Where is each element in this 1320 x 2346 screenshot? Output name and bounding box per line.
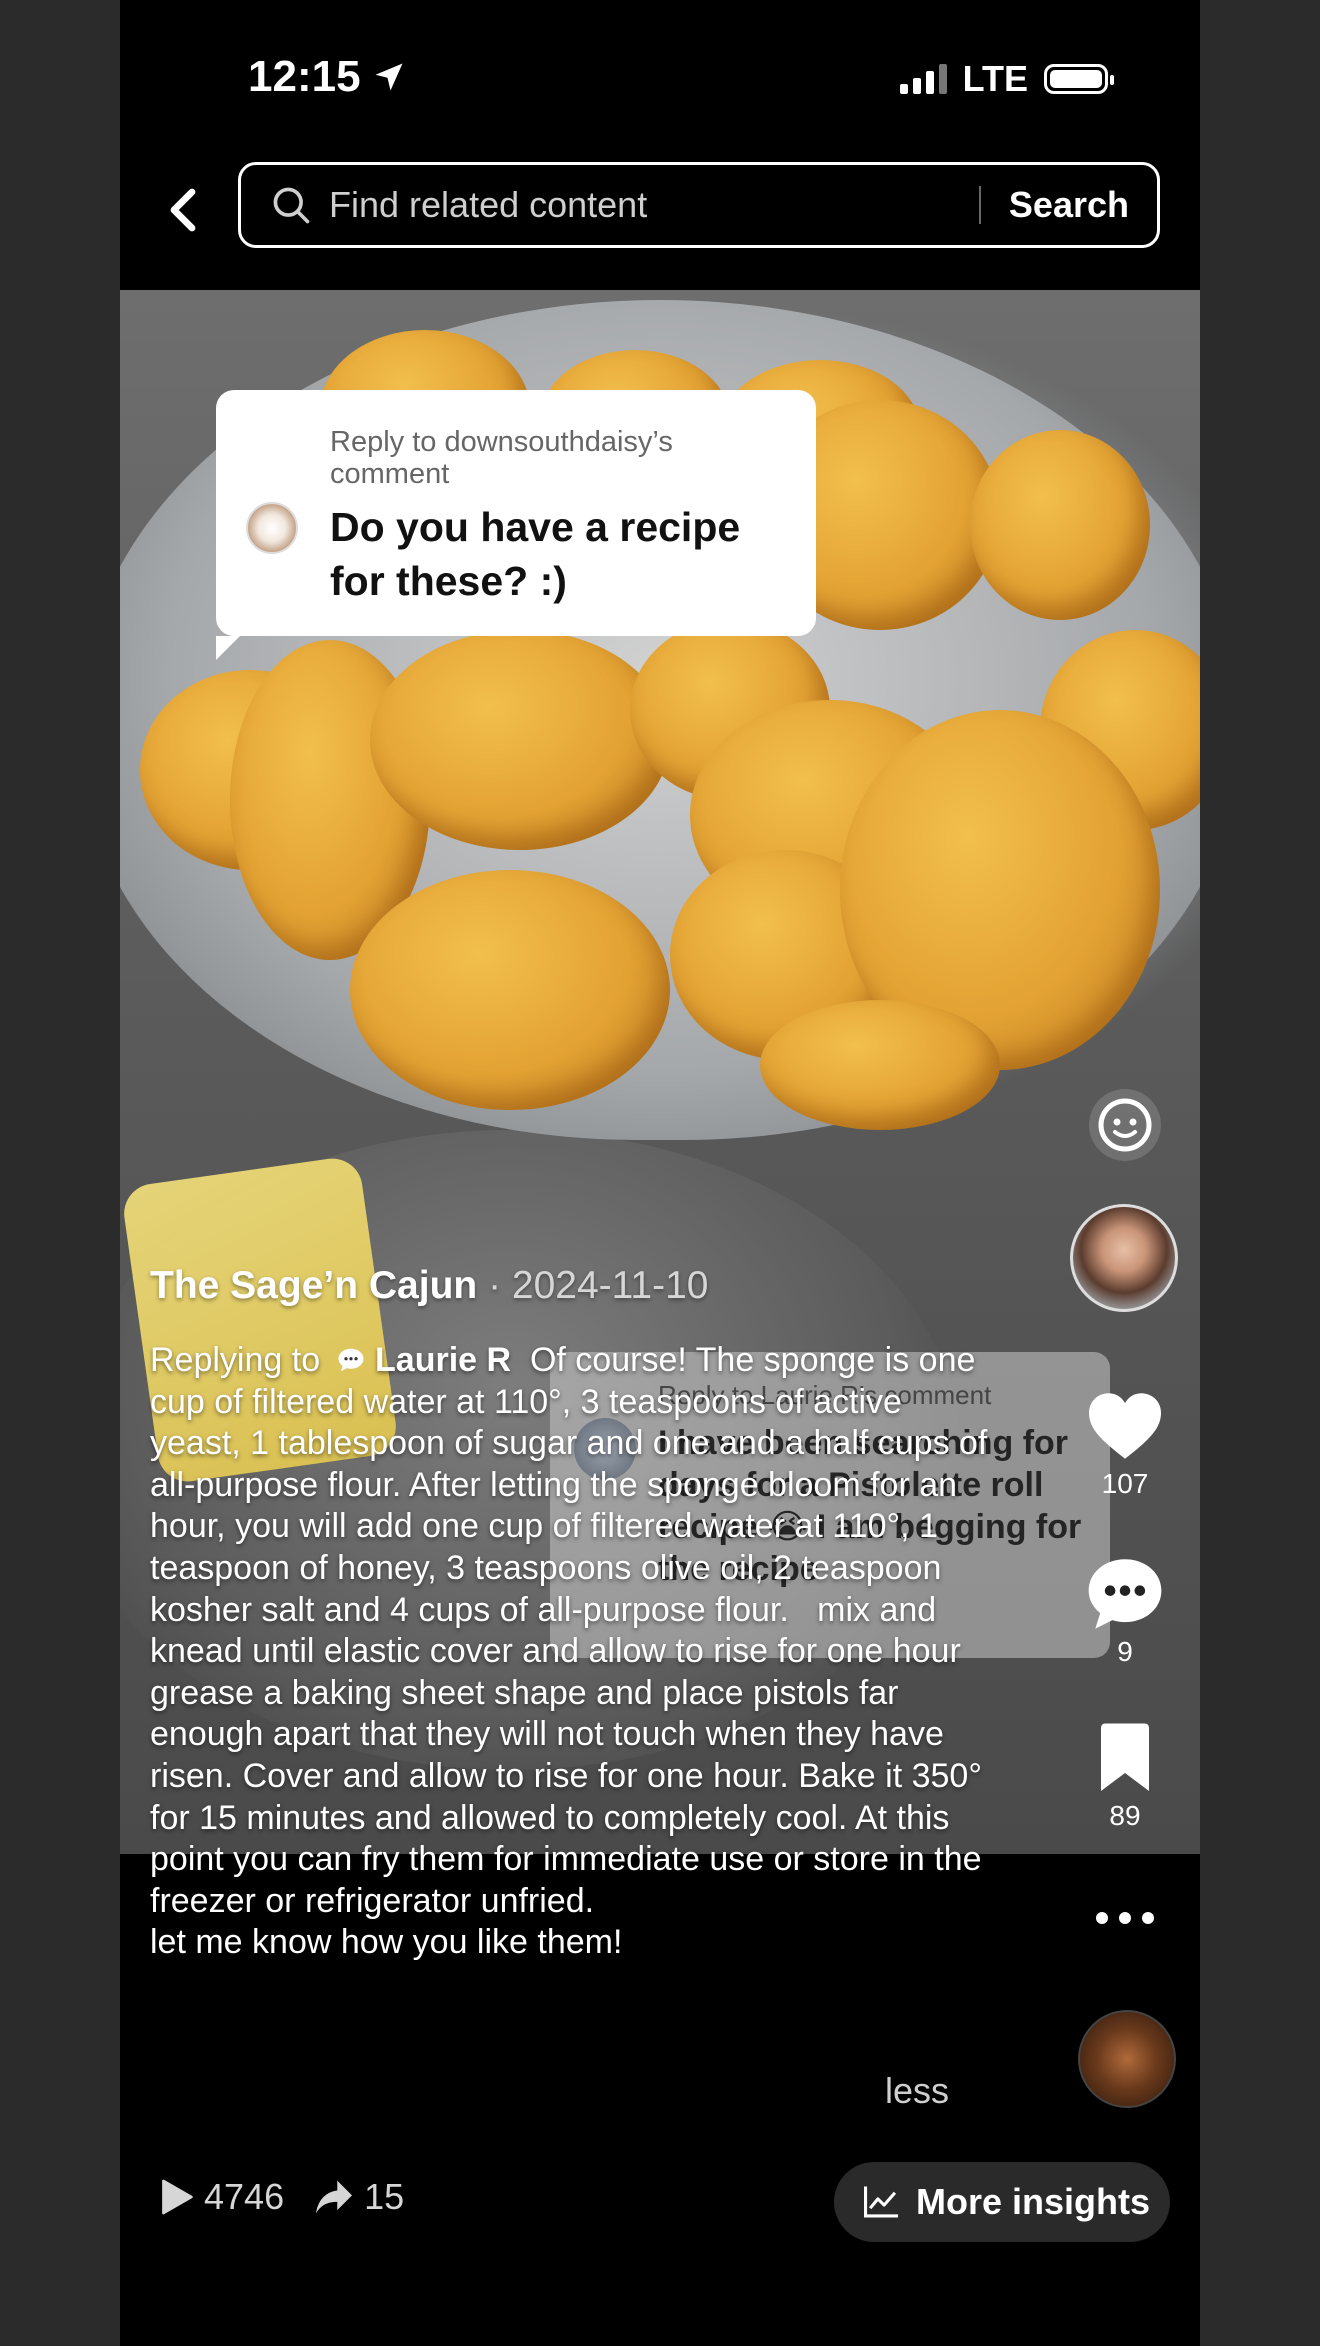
roll-image [970,430,1150,620]
chevron-left-icon [170,188,196,232]
post-date: · 2024-11-10 [488,1264,709,1307]
smiley-icon [1089,1089,1161,1161]
play-icon [162,2179,193,2215]
emoji-react-button[interactable] [1080,1080,1170,1170]
like-count: 107 [1101,1468,1149,1499]
more-options-button[interactable] [1070,1906,1180,1930]
back-button[interactable] [152,180,212,240]
more-insights-label: More insights [915,2181,1150,2222]
status-indicators: LTE [899,58,1114,100]
plays-count: 4746 [204,2176,285,2217]
search-input[interactable] [313,183,979,227]
location-arrow-icon [375,63,403,91]
status-time: 12:15 [248,52,407,102]
roll-image [350,870,670,1110]
sound-disc[interactable] [1078,2010,1176,2108]
search-button[interactable]: Search [981,184,1157,226]
author-name[interactable]: The Sage’n Cajun [150,1264,477,1307]
caption-text: Replying to Laurie R Of course! The spon… [150,1340,990,1964]
heart-icon [1089,1393,1161,1459]
reply-meta: Reply to downsouthdaisy’s comment [330,426,673,490]
phone-screen: 12:15 LTE Search [120,0,1200,2346]
share-arrow-icon [316,2180,353,2214]
reply-text: Do you have a recipe for these? :) [330,504,741,604]
top-bar: Search [120,150,1200,290]
reply-tag[interactable]: Laurie R [330,1341,512,1379]
search-bar: Search [238,162,1160,248]
more-insights-button[interactable]: More insights [833,2162,1170,2242]
commenter-avatar [246,502,298,554]
plays-stat: 4746 [160,2176,284,2218]
reply-tag-name: Laurie R [375,1341,512,1379]
save-button[interactable]: 89 [1070,1722,1180,1832]
comment-button[interactable]: 9 [1070,1556,1180,1668]
reply-comment-bubble[interactable]: Reply to downsouthdaisy’s comment Do you… [216,390,816,660]
chart-icon [863,2186,898,2218]
time-label: 12:15 [248,52,361,101]
comment-count: 9 [1117,1636,1133,1667]
comment-bubble-icon [1088,1559,1162,1629]
battery-icon [1044,64,1114,94]
stats-row: 4746 15 [160,2176,404,2218]
roll-image [760,1000,1000,1130]
bookmark-icon [1101,1723,1149,1791]
status-bar: 12:15 LTE [120,0,1200,150]
roll-image [370,630,670,850]
less-button[interactable]: less [885,2070,949,2112]
replying-prefix: Replying to [150,1341,321,1379]
search-icon [273,187,310,224]
shares-count: 15 [364,2176,405,2217]
signal-icon [899,64,947,94]
save-count: 89 [1109,1800,1141,1831]
like-button[interactable]: 107 [1070,1390,1180,1500]
more-dots-icon [1096,1912,1154,1924]
caption-header: The Sage’n Cajun · 2024-11-10 [150,1264,709,1308]
network-label: LTE [962,58,1028,99]
caption-body-text: Of course! The sponge is one cup of filt… [150,1341,988,1962]
comment-mini-icon [338,1348,364,1372]
creator-avatar[interactable] [1070,1204,1178,1312]
shares-stat: 15 [314,2176,404,2218]
